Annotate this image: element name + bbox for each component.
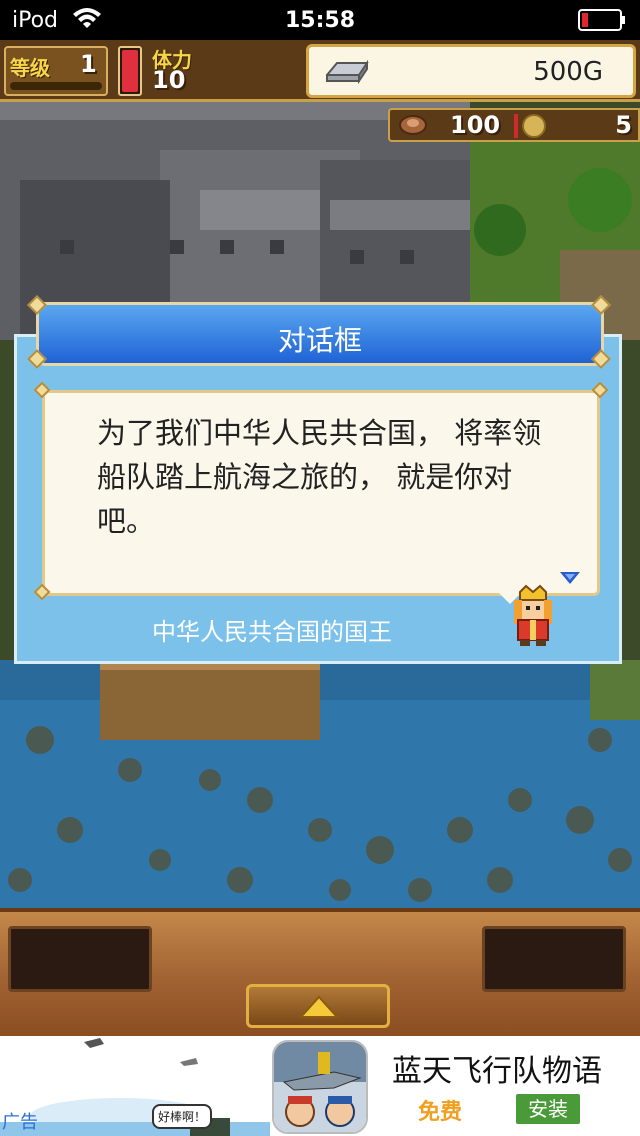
resource-right-value: 5 xyxy=(615,111,632,139)
ad-scene-image xyxy=(0,1036,270,1136)
right-slot-button[interactable] xyxy=(482,926,626,992)
expand-menu-button[interactable] xyxy=(246,984,390,1028)
dialog-title-bar: 对话框 xyxy=(36,302,604,366)
resource-panel: 100 5 xyxy=(388,108,640,142)
dialog-message: 为了我们中华人民共合国， 将率领船队踏上航海之旅的， 就是你对吧。 xyxy=(97,416,542,538)
level-progress-bar xyxy=(10,82,102,90)
status-bar: iPod 15:58 xyxy=(0,0,640,40)
clock: 15:58 xyxy=(284,8,356,33)
level-panel: 等级 1 xyxy=(4,46,108,96)
speaker-name: 中华人民共合国的国王 xyxy=(152,618,392,646)
coin-icon xyxy=(522,114,546,138)
stamina-fill xyxy=(122,50,138,92)
gold-panel[interactable]: 500G xyxy=(306,44,636,98)
dialog-title: 对话框 xyxy=(277,324,362,357)
ad-label: 广告 xyxy=(2,1112,38,1133)
gold-value: 500G xyxy=(533,57,603,87)
stamina-value: 10 xyxy=(152,66,186,94)
ad-banner[interactable]: 广告 好棒啊！ 蓝天飞行队物语 免费 安装 xyxy=(0,1036,640,1136)
level-value: 1 xyxy=(80,50,97,78)
bottom-panel xyxy=(0,908,640,1036)
left-slot-button[interactable] xyxy=(8,926,152,992)
app-icon[interactable] xyxy=(272,1040,368,1134)
next-arrow-icon[interactable] xyxy=(559,571,581,585)
ad-speech-bubble: 好棒啊！ xyxy=(152,1104,213,1129)
silver-ingot-icon xyxy=(326,59,369,85)
ad-price: 免费 xyxy=(418,1100,463,1125)
food-value: 100 xyxy=(450,111,501,139)
food-icon xyxy=(399,115,427,135)
airplane-app-icon xyxy=(274,1042,366,1132)
resource-divider xyxy=(514,114,518,138)
top-hud: 等级 1 体力 10 500G xyxy=(0,40,640,102)
up-arrow-icon xyxy=(299,995,339,1018)
install-button[interactable]: 安装 xyxy=(516,1094,580,1124)
dialog-message-box[interactable]: 为了我们中华人民共合国， 将率领船队踏上航海之旅的， 就是你对吧。 xyxy=(42,390,600,596)
stamina-gauge xyxy=(118,46,142,96)
king-portrait-icon xyxy=(514,584,552,646)
battery-icon xyxy=(578,9,625,31)
ad-app-title[interactable]: 蓝天飞行队物语 xyxy=(392,1046,602,1090)
level-label: 等级 xyxy=(10,56,50,80)
